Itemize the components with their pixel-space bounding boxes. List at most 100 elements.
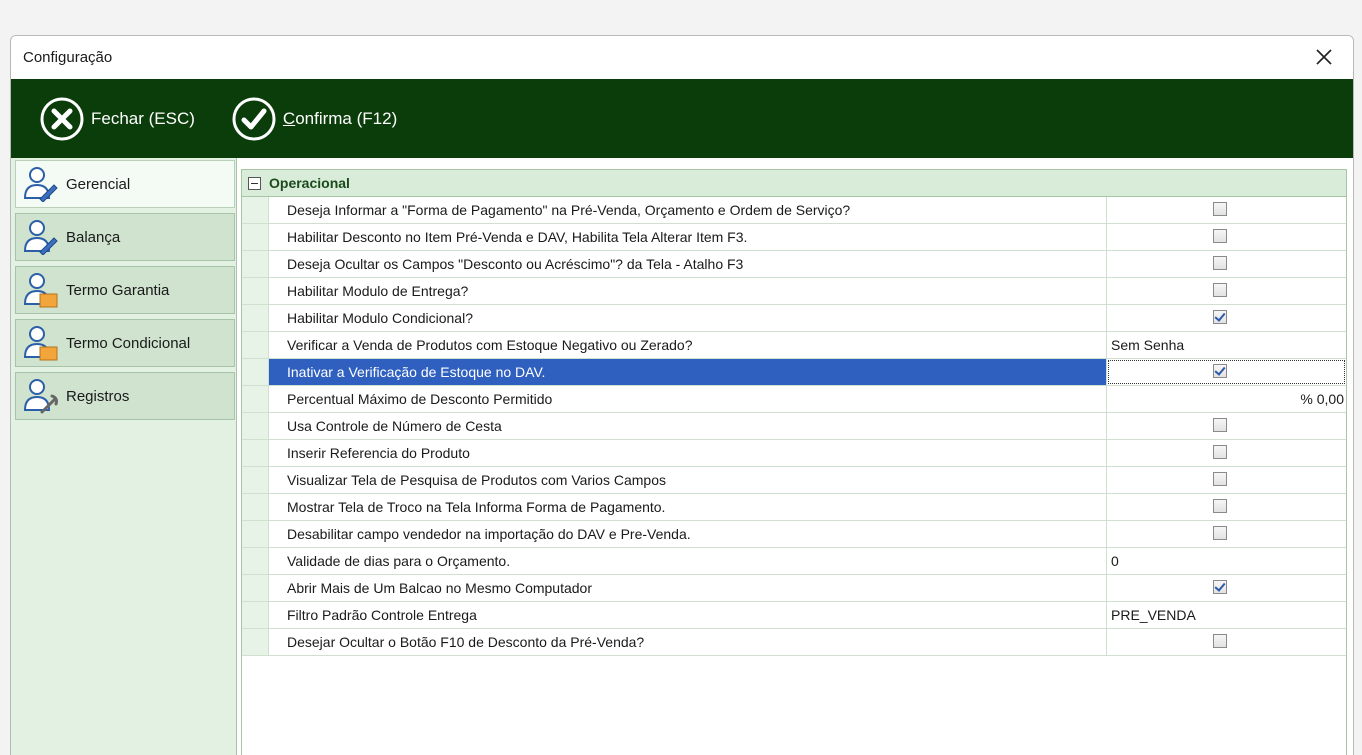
property-value[interactable]: Sem Senha xyxy=(1107,332,1346,358)
table-row[interactable]: Deseja Ocultar os Campos "Desconto ou Ac… xyxy=(242,251,1346,278)
row-indent xyxy=(242,413,269,439)
table-row[interactable]: Habilitar Modulo de Entrega? xyxy=(242,278,1346,305)
table-row[interactable]: Habilitar Modulo Condicional? xyxy=(242,305,1346,332)
sidebar-item-label: Termo Garantia xyxy=(66,281,170,299)
property-checkbox[interactable] xyxy=(1213,580,1227,594)
property-value[interactable] xyxy=(1107,305,1346,331)
property-label: Filtro Padrão Controle Entrega xyxy=(269,602,1107,628)
sidebar-item-balanca[interactable]: Balança xyxy=(15,213,235,261)
row-indent xyxy=(242,548,269,574)
table-row[interactable]: Usa Controle de Número de Cesta xyxy=(242,413,1346,440)
sidebar-item-label: Termo Condicional xyxy=(66,334,191,352)
property-value[interactable] xyxy=(1107,413,1346,439)
property-value[interactable] xyxy=(1107,440,1346,466)
property-label: Desejar Ocultar o Botão F10 de Desconto … xyxy=(269,629,1107,655)
property-value[interactable] xyxy=(1107,494,1346,520)
row-indent xyxy=(242,602,269,628)
property-checkbox[interactable] xyxy=(1213,202,1227,216)
property-text-value[interactable]: 0 xyxy=(1111,553,1119,569)
property-value[interactable] xyxy=(1107,197,1346,223)
row-indent xyxy=(242,251,269,277)
property-value[interactable] xyxy=(1107,467,1346,493)
table-row[interactable]: Deseja Informar a "Forma de Pagamento" n… xyxy=(242,197,1346,224)
property-label: Percentual Máximo de Desconto Permitido xyxy=(269,386,1107,412)
property-checkbox[interactable] xyxy=(1213,229,1227,243)
property-label: Mostrar Tela de Troco na Tela Informa Fo… xyxy=(269,494,1107,520)
property-checkbox[interactable] xyxy=(1213,499,1227,513)
property-number[interactable]: % 0,00 xyxy=(1300,386,1344,412)
property-value[interactable] xyxy=(1107,521,1346,547)
row-indent xyxy=(242,467,269,493)
property-value[interactable]: % 0,00 xyxy=(1107,386,1346,412)
property-label: Deseja Ocultar os Campos "Desconto ou Ac… xyxy=(269,251,1107,277)
row-indent xyxy=(242,440,269,466)
property-checkbox[interactable] xyxy=(1213,526,1227,540)
sidebar-item-gerencial[interactable]: Gerencial xyxy=(15,160,235,208)
close-esc-label: Fechar (ESC) xyxy=(91,108,195,128)
sidebar-item-termo-garantia[interactable]: Termo Garantia xyxy=(15,266,235,314)
close-esc-button[interactable]: Fechar (ESC) xyxy=(39,96,195,142)
property-checkbox[interactable] xyxy=(1213,310,1227,324)
table-row[interactable]: Inativar a Verificação de Estoque no DAV… xyxy=(242,359,1346,386)
table-row[interactable]: Desejar Ocultar o Botão F10 de Desconto … xyxy=(242,629,1346,656)
property-value[interactable] xyxy=(1107,629,1346,655)
table-row[interactable]: Abrir Mais de Um Balcao no Mesmo Computa… xyxy=(242,575,1346,602)
property-value[interactable]: 0 xyxy=(1107,548,1346,574)
property-checkbox[interactable] xyxy=(1213,634,1227,648)
row-indent xyxy=(242,386,269,412)
row-indent xyxy=(242,521,269,547)
property-label: Inserir Referencia do Produto xyxy=(269,440,1107,466)
table-row[interactable]: Mostrar Tela de Troco na Tela Informa Fo… xyxy=(242,494,1346,521)
window-title: Configuração xyxy=(23,49,113,66)
property-value[interactable] xyxy=(1107,359,1346,385)
table-row[interactable]: Verificar a Venda de Produtos com Estoqu… xyxy=(242,332,1346,359)
confirm-f12-button[interactable]: Confirma (F12) xyxy=(231,96,397,142)
table-row[interactable]: Visualizar Tela de Pesquisa de Produtos … xyxy=(242,467,1346,494)
property-label: Verificar a Venda de Produtos com Estoqu… xyxy=(269,332,1107,358)
sidebar-item-registros[interactable]: Registros xyxy=(15,372,235,420)
property-checkbox[interactable] xyxy=(1213,283,1227,297)
property-value[interactable] xyxy=(1107,278,1346,304)
property-label: Usa Controle de Número de Cesta xyxy=(269,413,1107,439)
collapse-minus-icon[interactable] xyxy=(248,176,261,190)
property-checkbox[interactable] xyxy=(1213,256,1227,270)
confirm-mnemonic: C xyxy=(282,108,296,128)
property-checkbox[interactable] xyxy=(1213,364,1227,378)
row-indent xyxy=(242,629,269,655)
property-text-value[interactable]: PRE_VENDA xyxy=(1111,607,1196,623)
confirm-f12-label: Confirma (F12) xyxy=(283,109,397,129)
table-row[interactable]: Desabilitar campo vendedor na importação… xyxy=(242,521,1346,548)
property-checkbox[interactable] xyxy=(1213,418,1227,432)
property-label: Visualizar Tela de Pesquisa de Produtos … xyxy=(269,467,1107,493)
property-value[interactable] xyxy=(1107,575,1346,601)
sidebar-item-label: Gerencial xyxy=(66,175,131,193)
table-row[interactable]: Percentual Máximo de Desconto Permitido%… xyxy=(242,386,1346,413)
title-bar: Configuração xyxy=(11,36,1353,79)
check-circle-icon xyxy=(231,96,277,142)
table-row[interactable]: Validade de dias para o Orçamento. 0 xyxy=(242,548,1346,575)
sidebar-item-termo-condicional[interactable]: Termo Condicional xyxy=(15,319,235,367)
row-indent xyxy=(242,332,269,358)
row-indent xyxy=(242,197,269,223)
sidebar-item-label: Registros xyxy=(66,387,130,405)
section-operacional[interactable]: Operacional xyxy=(242,170,1346,197)
row-indent xyxy=(242,224,269,250)
user-pen-icon xyxy=(23,220,58,255)
property-checkbox[interactable] xyxy=(1213,472,1227,486)
table-row[interactable]: Filtro Padrão Controle Entrega PRE_VENDA xyxy=(242,602,1346,629)
property-checkbox[interactable] xyxy=(1213,445,1227,459)
config-window: Configuração Fechar (ESC) Confirma (F12) xyxy=(10,35,1354,755)
toolbar: Fechar (ESC) Confirma (F12) xyxy=(11,79,1353,158)
user-wrench-icon xyxy=(23,379,58,414)
property-value[interactable] xyxy=(1107,224,1346,250)
property-value[interactable]: PRE_VENDA xyxy=(1107,602,1346,628)
property-value[interactable] xyxy=(1107,251,1346,277)
table-row[interactable]: Habilitar Desconto no Item Pré-Venda e D… xyxy=(242,224,1346,251)
table-row[interactable]: Inserir Referencia do Produto xyxy=(242,440,1346,467)
property-label: Habilitar Modulo de Entrega? xyxy=(269,278,1107,304)
property-text-value[interactable]: Sem Senha xyxy=(1111,337,1184,353)
close-circle-icon xyxy=(39,96,85,142)
user-folder-icon xyxy=(23,273,58,308)
property-label: Abrir Mais de Um Balcao no Mesmo Computa… xyxy=(269,575,1107,601)
close-icon[interactable] xyxy=(1309,42,1339,72)
